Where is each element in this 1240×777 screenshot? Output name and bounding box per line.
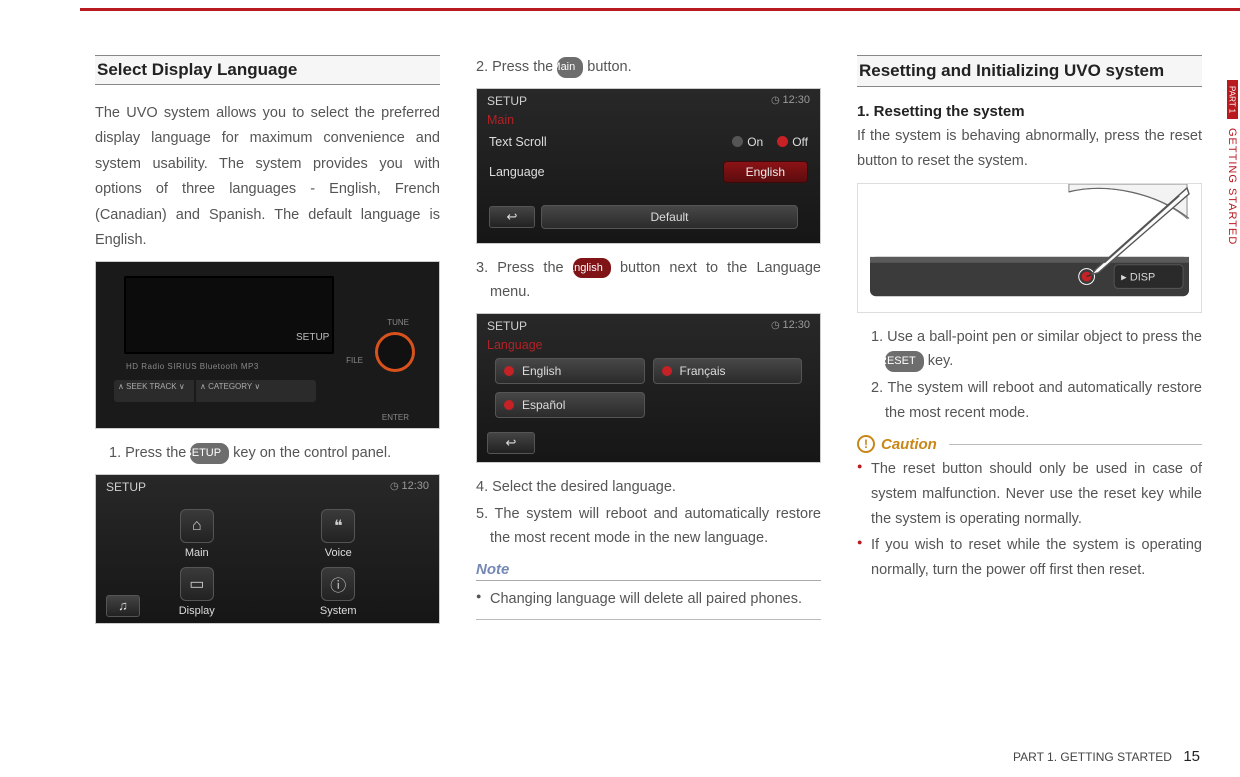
ui3-title: SETUP — [487, 319, 527, 333]
step-4: 4. Select the desired language. — [476, 475, 821, 500]
menu-display: ▭ Display — [133, 567, 260, 617]
note-heading: Note — [476, 561, 821, 578]
figure-language-list: SETUP 12:30 Language English Français Es… — [476, 313, 821, 463]
back-button-2: ↩ — [487, 432, 535, 454]
ui2-title: SETUP — [487, 94, 527, 108]
step-3-before: 3. Press the — [476, 260, 573, 276]
heading-select-language: Select Display Language — [95, 55, 440, 85]
page-top-rule — [80, 8, 1240, 11]
subhead-resetting-system: 1. Resetting the system — [857, 103, 1202, 120]
step-3: 3. Press the English button next to the … — [476, 256, 821, 305]
column-1: Select Display Language The UVO system a… — [95, 55, 440, 636]
ui-title: SETUP — [106, 480, 146, 494]
figure-main-settings: SETUP 12:30 Main Text Scroll On Off Lang… — [476, 88, 821, 244]
info-icon: ⓘ — [321, 567, 355, 601]
setup-key-chip: SETUP — [190, 443, 229, 464]
reset-step1-after: key. — [928, 353, 954, 369]
display-icon: ▭ — [180, 567, 214, 601]
ui2-subtitle: Main — [477, 113, 820, 129]
caution-bullet-2: If you wish to reset while the system is… — [857, 533, 1202, 582]
language-value-pill: English — [723, 161, 808, 183]
menu-main-label: Main — [133, 547, 260, 559]
menu-main: ⌂ Main — [133, 509, 260, 559]
reset-intro: If the system is behaving abnormally, pr… — [857, 124, 1202, 175]
bezel-setup-label: SETUP — [296, 332, 329, 343]
note-bullet-1: Changing language will delete all paired… — [476, 587, 821, 612]
text-scroll-label: Text Scroll — [489, 135, 732, 149]
svg-text:DISP: DISP — [1130, 271, 1155, 283]
home-icon: ⌂ — [180, 509, 214, 543]
bezel-file-label: FILE — [346, 356, 363, 365]
menu-voice-label: Voice — [275, 547, 402, 559]
step-1-text-after: key on the control panel. — [233, 445, 391, 461]
lang-francais: Français — [653, 358, 803, 384]
step-1: 1. Press the SETUP key on the control pa… — [109, 441, 440, 466]
note-rule — [476, 580, 821, 581]
english-key-chip: English — [573, 258, 611, 279]
column-3: Resetting and Initializing UVO system 1.… — [857, 55, 1202, 636]
ui3-subtitle: Language — [477, 338, 820, 354]
main-key-chip: Main — [557, 57, 583, 78]
figure-control-panel: SETUP TUNE FILE HD Radio SIRIUS Bluetoot… — [95, 261, 440, 429]
lang-espanol: Español — [495, 392, 645, 418]
back-button: ↩ — [489, 206, 535, 228]
footer-section: PART 1. GETTING STARTED — [1013, 750, 1172, 764]
svg-text:▸: ▸ — [1121, 271, 1127, 283]
menu-system: ⓘ System — [275, 567, 402, 617]
step-2: 2. Press the Main button. — [476, 55, 821, 80]
caution-bullet-1: The reset button should only be used in … — [857, 457, 1202, 531]
language-row-label: Language — [489, 165, 723, 179]
bezel-category-button: ∧ CATEGORY ∨ — [196, 380, 316, 402]
column-2: 2. Press the Main button. SETUP 12:30 Ma… — [476, 55, 821, 636]
page-footer: PART 1. GETTING STARTED 15 — [1013, 748, 1200, 765]
bezel-row-labels: HD Radio SIRIUS Bluetooth MP3 — [126, 362, 259, 371]
ui3-clock: 12:30 — [771, 319, 810, 333]
lang-english: English — [495, 358, 645, 384]
bezel-knob — [375, 332, 415, 372]
reset-step-1: 1. Use a ball-point pen or similar objec… — [871, 325, 1202, 374]
side-tab-label: GETTING STARTED — [1226, 128, 1238, 245]
figure-reset-pen: DISP ▸ — [857, 183, 1202, 313]
bezel-tune-label: TUNE — [387, 318, 409, 327]
side-tab-part: PART 1 — [1227, 80, 1238, 119]
bezel-enter-label: ENTER — [382, 413, 409, 422]
reset-step-2: 2. The system will reboot and automatica… — [871, 376, 1202, 425]
step-2-after: button. — [587, 59, 631, 75]
menu-voice: ❝ Voice — [275, 509, 402, 559]
intro-paragraph: The UVO system allows you to select the … — [95, 101, 440, 253]
footer-page-number: 15 — [1183, 748, 1200, 765]
music-icon-button: ♫ — [106, 595, 140, 617]
caution-heading: Caution — [881, 436, 937, 453]
bezel-seek-button: ∧ SEEK TRACK ∨ — [114, 380, 194, 402]
step-5: 5. The system will reboot and automatica… — [476, 502, 821, 551]
menu-system-label: System — [275, 605, 402, 617]
voice-icon: ❝ — [321, 509, 355, 543]
side-tab: PART 1 GETTING STARTED — [1224, 80, 1240, 250]
figure-setup-menu: SETUP 12:30 ⌂ Main ❝ Voice ▭ Display ⓘ Syste… — [95, 474, 440, 624]
heading-resetting: Resetting and Initializing UVO system — [857, 55, 1202, 87]
step-1-text-before: 1. Press the — [109, 445, 190, 461]
ui2-clock: 12:30 — [771, 94, 810, 108]
default-button: Default — [541, 205, 798, 229]
text-scroll-on: On — [732, 135, 763, 149]
reset-key-chip: RESET — [885, 351, 924, 372]
caution-icon: ! — [857, 435, 875, 453]
menu-display-label: Display — [133, 605, 260, 617]
ui-clock: 12:30 — [390, 480, 429, 494]
reset-step1-before: 1. Use a ball-point pen or similar objec… — [871, 329, 1202, 345]
text-scroll-off: Off — [777, 135, 808, 149]
caution-rule — [949, 444, 1202, 445]
step-2-before: 2. Press the — [476, 59, 557, 75]
